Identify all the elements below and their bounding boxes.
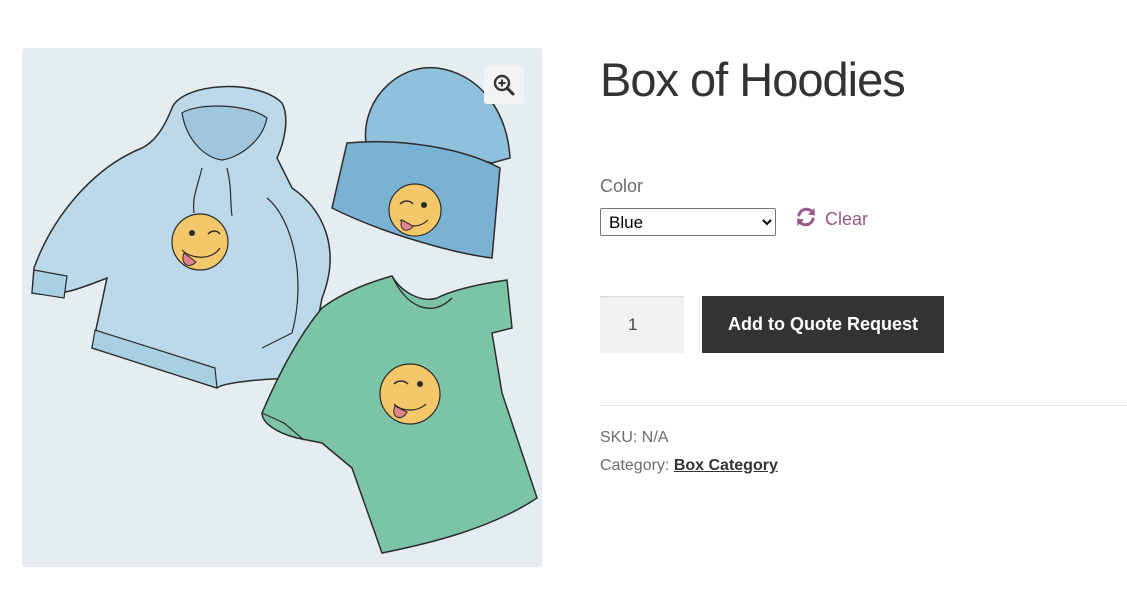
category-link[interactable]: Box Category	[674, 457, 778, 474]
category-meta: Category: Box Category	[600, 457, 778, 475]
add-to-quote-button[interactable]: Add to Quote Request	[702, 296, 944, 353]
color-label: Color	[600, 176, 644, 196]
zoom-icon[interactable]	[484, 66, 524, 104]
category-label: Category:	[600, 457, 670, 474]
product-title: Box of Hoodies	[600, 53, 906, 106]
divider	[600, 405, 1127, 406]
color-select[interactable]: Blue	[600, 208, 776, 236]
product-page: Box of Hoodies Color Blue Clear Add to Q…	[0, 0, 1127, 605]
product-image[interactable]	[22, 48, 542, 567]
refresh-icon	[795, 206, 817, 233]
quantity-input[interactable]	[600, 296, 684, 353]
product-illustration	[31, 66, 538, 554]
clear-button[interactable]: Clear	[795, 206, 868, 233]
clear-label: Clear	[825, 209, 869, 229]
hoodie-illustration	[31, 85, 331, 389]
sku-label: SKU:	[600, 429, 638, 446]
sku-value: N/A	[641, 429, 669, 446]
sku-meta: SKU: N/A	[600, 429, 668, 447]
